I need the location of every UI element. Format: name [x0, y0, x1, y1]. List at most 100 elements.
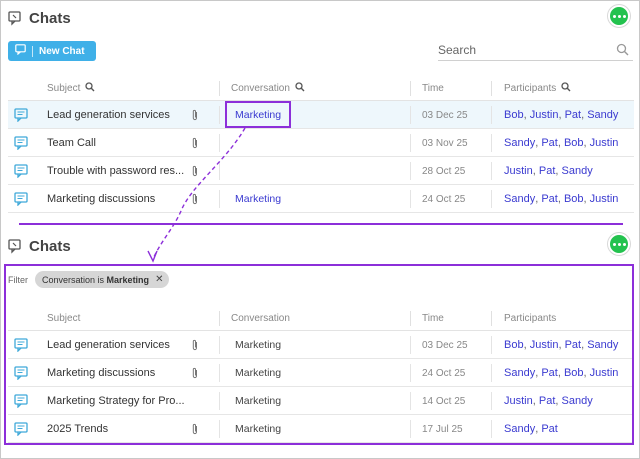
column-header-subject[interactable]: Subject [47, 76, 95, 101]
row-conversation[interactable]: Marketing [235, 101, 281, 129]
more-icon [612, 14, 626, 18]
table-body: Lead generation services Marketing 03 Dec … [8, 101, 634, 213]
table-row[interactable]: Marketing discussions Marketing 24 Oct 25 S… [8, 359, 634, 387]
participant-link[interactable]: Bob [504, 339, 524, 351]
chat-bubble-icon [14, 157, 28, 185]
participant-link[interactable]: Pat [565, 339, 582, 351]
table-row[interactable]: Team Call 03 Nov 25 Sandy, Pat, Bob, Justi… [8, 129, 634, 157]
participant-link[interactable]: Bob [504, 109, 524, 121]
row-subject[interactable]: 2025 Trends [47, 415, 108, 443]
participant-link[interactable]: Justin [590, 367, 619, 379]
participant-link[interactable]: Pat [541, 137, 558, 149]
participant-link[interactable]: Bob [564, 137, 584, 149]
search-input[interactable] [438, 42, 608, 57]
table-row[interactable]: 2025 Trends Marketing 17 Jul 25 Sandy, Pat [8, 415, 634, 443]
row-time: 24 Oct 25 [422, 193, 466, 205]
filter-chip-prefix: Conversation is [42, 274, 105, 285]
table-row[interactable]: Trouble with password res... 28 Oct 25 Jus… [8, 157, 634, 185]
row-subject[interactable]: Marketing Strategy for Pro... [47, 387, 185, 415]
participant-link[interactable]: Justin [590, 137, 619, 149]
row-participants: Justin, Pat, Sandy [504, 395, 593, 407]
participant-link[interactable]: Sandy [504, 367, 535, 379]
column-header-time[interactable]: Time [422, 76, 444, 101]
chat-bubble-icon [14, 415, 28, 443]
row-subject[interactable]: Marketing discussions [47, 359, 155, 387]
row-conversation: Marketing [235, 367, 282, 379]
participant-link[interactable]: Pat [541, 367, 558, 379]
column-header-participants[interactable]: Participants [504, 306, 556, 331]
participant-link[interactable]: Sandy [504, 423, 535, 435]
table-row[interactable]: Marketing discussions Marketing 24 Oct 25 S… [8, 185, 634, 213]
chat-bubble-icon [14, 129, 28, 157]
participant-link[interactable]: Sandy [562, 165, 593, 177]
chat-status-bubble[interactable] [608, 5, 630, 27]
row-participants: Sandy, Pat, Bob, Justin [504, 367, 619, 379]
participant-link[interactable]: Pat [565, 109, 582, 121]
chat-bubble-icon [14, 359, 28, 387]
participant-link[interactable]: Sandy [562, 395, 593, 407]
participant-link[interactable]: Sandy [504, 137, 535, 149]
paperclip-icon [191, 331, 199, 359]
table-row[interactable]: Lead generation services Marketing 03 Dec … [8, 101, 634, 129]
search-icon[interactable] [295, 81, 305, 95]
row-time: 17 Jul 25 [422, 423, 463, 435]
participant-link[interactable]: Pat [541, 423, 558, 435]
row-participants: Sandy, Pat, Bob, Justin [504, 137, 619, 149]
row-participants: Sandy, Pat, Bob, Justin [504, 193, 619, 205]
chats-panel-unfiltered: Chats New Chat Subject [1, 1, 640, 223]
table-header: Subject Conversation Time Participants [8, 76, 634, 101]
participant-link[interactable]: Bob [564, 367, 584, 379]
participant-link[interactable]: Justin [590, 193, 619, 205]
row-subject[interactable]: Lead generation services [47, 101, 170, 129]
new-chat-button[interactable]: New Chat [8, 41, 96, 61]
row-subject[interactable]: Trouble with password res... [47, 157, 184, 185]
column-header-subject[interactable]: Subject [47, 306, 80, 331]
search-icon[interactable] [561, 81, 571, 95]
participant-link[interactable]: Bob [564, 193, 584, 205]
chat-status-bubble[interactable] [608, 233, 630, 255]
participant-link[interactable]: Pat [541, 193, 558, 205]
table-header: Subject Conversation Time Participants [8, 306, 634, 331]
table-row[interactable]: Marketing Strategy for Pro... Marketing 14… [8, 387, 634, 415]
row-time: 03 Dec 25 [422, 109, 468, 121]
participant-link[interactable]: Justin [504, 165, 533, 177]
participant-link[interactable]: Pat [539, 165, 556, 177]
filter-chip[interactable]: Conversation is Marketing ✕ [35, 271, 170, 288]
column-header-time[interactable]: Time [422, 306, 444, 331]
row-subject[interactable]: Lead generation services [47, 331, 170, 359]
participant-link[interactable]: Sandy [504, 193, 535, 205]
participant-link[interactable]: Sandy [587, 339, 618, 351]
filter-label: Filter [8, 274, 28, 285]
close-icon[interactable]: ✕ [155, 274, 163, 285]
new-chat-icon [15, 44, 26, 58]
column-header-conversation[interactable]: Conversation [231, 306, 290, 331]
row-participants: Bob, Justin, Pat, Sandy [504, 109, 619, 121]
table-body: Lead generation services Marketing 03 Dec … [8, 331, 634, 443]
participant-link[interactable]: Justin [530, 339, 559, 351]
page-header: Chats [8, 238, 71, 255]
row-time: 14 Oct 25 [422, 395, 466, 407]
paperclip-icon [191, 415, 199, 443]
chats-icon [8, 239, 23, 254]
participant-link[interactable]: Justin [504, 395, 533, 407]
row-participants: Justin, Pat, Sandy [504, 165, 593, 177]
column-header-conversation[interactable]: Conversation [231, 76, 305, 101]
search-icon[interactable] [616, 43, 629, 59]
search-box[interactable] [438, 39, 633, 61]
search-icon[interactable] [85, 81, 95, 95]
row-time: 24 Oct 25 [422, 367, 466, 379]
chats-icon [8, 11, 23, 26]
chat-bubble-icon [14, 185, 28, 213]
participant-link[interactable]: Pat [539, 395, 556, 407]
participant-link[interactable]: Sandy [587, 109, 618, 121]
row-conversation[interactable]: Marketing [235, 185, 281, 213]
filter-chip-value: Marketing [106, 274, 150, 285]
filtered-chats-table: Subject Conversation Time Participants L… [8, 306, 634, 443]
table-row[interactable]: Lead generation services Marketing 03 Dec … [8, 331, 634, 359]
row-conversation: Marketing [235, 339, 282, 351]
column-header-participants[interactable]: Participants [504, 76, 571, 101]
participant-link[interactable]: Justin [530, 109, 559, 121]
row-subject[interactable]: Marketing discussions [47, 185, 155, 213]
app-frame: Chats New Chat Subject [0, 0, 640, 459]
row-subject[interactable]: Team Call [47, 129, 96, 157]
